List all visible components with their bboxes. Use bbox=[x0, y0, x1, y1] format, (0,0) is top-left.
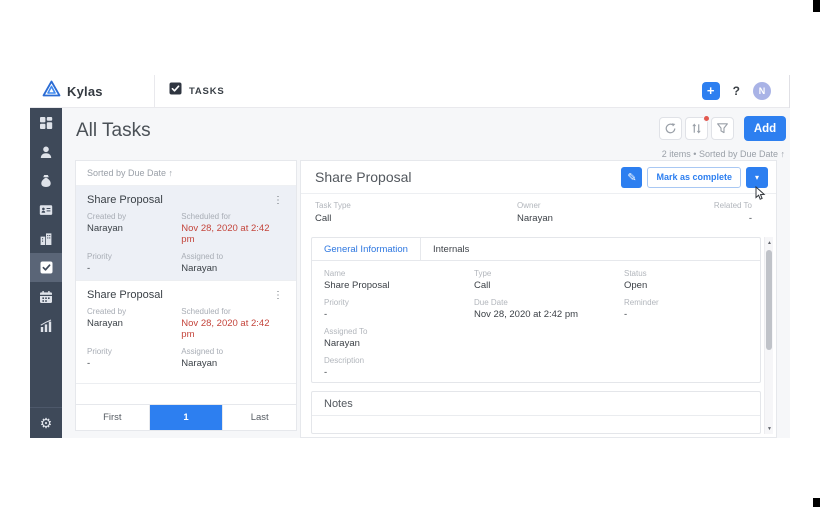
sidebar-item-deals[interactable] bbox=[30, 166, 62, 195]
app-window: Kylas TASKS + ? N ⚙ All Tasks Add 2 item… bbox=[30, 74, 790, 438]
bar-chart-icon bbox=[40, 319, 52, 332]
card-field-priority: Priority - bbox=[87, 252, 112, 274]
pagination-last[interactable]: Last bbox=[223, 405, 297, 430]
task-card-title: Share Proposal bbox=[87, 289, 163, 301]
field-name: Name Share Proposal bbox=[324, 269, 390, 291]
add-task-button[interactable]: Add bbox=[744, 116, 786, 141]
kylas-logo-icon bbox=[42, 80, 61, 102]
money-bag-icon bbox=[41, 174, 51, 187]
sidebar-item-tasks[interactable] bbox=[30, 253, 62, 282]
dashboard-icon bbox=[40, 116, 53, 129]
sort-button[interactable] bbox=[685, 115, 710, 140]
quick-add-button[interactable]: + bbox=[701, 82, 720, 100]
notes-section: Notes bbox=[311, 391, 761, 434]
detail-header: Share Proposal ✎ Mark as complete ▾ bbox=[301, 161, 776, 194]
screen-artifact-top bbox=[813, 0, 820, 12]
field-type: Type Call bbox=[474, 269, 492, 291]
overdue-date: Nov 28, 2020 at 2:42 pm bbox=[181, 223, 270, 245]
nav-tab-tasks[interactable]: TASKS bbox=[155, 75, 239, 107]
refresh-icon bbox=[665, 123, 676, 134]
header-right-group: + ? N bbox=[701, 82, 789, 100]
sidebar-item-dashboard[interactable] bbox=[30, 108, 62, 137]
edit-button[interactable]: ✎ bbox=[621, 166, 643, 188]
card-field-created-by: Created by Narayan bbox=[87, 212, 127, 234]
field-priority: Priority - bbox=[324, 298, 349, 320]
task-detail-panel: Share Proposal ✎ Mark as complete ▾ Task… bbox=[300, 160, 777, 438]
more-actions-dropdown[interactable]: ▾ bbox=[746, 166, 768, 188]
list-summary: 2 items • Sorted by Due Date ↑ bbox=[661, 149, 785, 159]
task-card[interactable]: Share Proposal ⋮ Created by Narayan Sche… bbox=[76, 281, 296, 384]
sidebar-item-companies[interactable] bbox=[30, 224, 62, 253]
detail-title: Share Proposal bbox=[315, 169, 412, 185]
summary-owner: Owner Narayan bbox=[517, 201, 553, 224]
detail-fields: Name Share Proposal Type Call Status Ope… bbox=[312, 261, 760, 386]
user-avatar[interactable]: N bbox=[753, 82, 771, 100]
user-icon bbox=[40, 146, 52, 158]
kebab-menu-icon[interactable]: ⋮ bbox=[271, 195, 285, 206]
refresh-button[interactable] bbox=[659, 117, 682, 140]
sidebar-item-leads[interactable] bbox=[30, 137, 62, 166]
sidebar-item-contacts[interactable] bbox=[30, 195, 62, 224]
card-field-scheduled: Scheduled for Nov 28, 2020 at 2:42 pm bbox=[181, 307, 285, 340]
main-content: All Tasks Add 2 items • Sorted by Due Da… bbox=[62, 108, 790, 438]
field-status: Status Open bbox=[624, 269, 648, 291]
card-field-scheduled: Scheduled for Nov 28, 2020 at 2:42 pm bbox=[181, 212, 285, 245]
field-description: Description - bbox=[324, 356, 365, 378]
settings-gear-icon[interactable]: ⚙ bbox=[30, 408, 62, 438]
tasks-check-icon bbox=[40, 261, 52, 274]
scroll-up-icon[interactable]: ▲ bbox=[765, 238, 774, 247]
detail-tab-box: General Information Internals Name Share… bbox=[311, 237, 761, 383]
pagination: First 1 Last bbox=[76, 404, 297, 430]
brand[interactable]: Kylas bbox=[30, 80, 154, 102]
task-card-title: Share Proposal bbox=[87, 194, 163, 206]
scrollbar-thumb[interactable] bbox=[766, 250, 772, 350]
tab-internals[interactable]: Internals bbox=[421, 238, 481, 260]
sort-icon bbox=[692, 123, 701, 134]
page: Kylas TASKS + ? N ⚙ All Tasks Add 2 item… bbox=[0, 0, 820, 510]
task-list-panel: Sorted by Due Date ↑ Share Proposal ⋮ Cr… bbox=[75, 160, 297, 431]
pencil-icon: ✎ bbox=[627, 171, 637, 184]
pagination-first[interactable]: First bbox=[76, 405, 150, 430]
brand-name: Kylas bbox=[67, 83, 103, 99]
scroll-down-icon[interactable]: ▼ bbox=[765, 424, 774, 433]
building-icon bbox=[40, 232, 52, 245]
summary-related-to: Related To - bbox=[713, 201, 752, 224]
chevron-down-icon: ▾ bbox=[754, 172, 759, 182]
detail-actions: ✎ Mark as complete ▾ bbox=[621, 166, 768, 188]
field-due-date: Due Date Nov 28, 2020 at 2:42 pm bbox=[474, 298, 579, 320]
detail-tabs: General Information Internals bbox=[312, 238, 760, 261]
filter-button[interactable] bbox=[711, 117, 734, 140]
pagination-page-1[interactable]: 1 bbox=[149, 405, 224, 430]
app-header: Kylas TASKS + ? N bbox=[30, 74, 789, 108]
help-button[interactable]: ? bbox=[733, 84, 740, 98]
card-field-priority: Priority - bbox=[87, 347, 112, 369]
contact-card-icon bbox=[39, 204, 53, 215]
nav-tab-label: TASKS bbox=[189, 85, 225, 97]
card-field-assigned: Assigned to Narayan bbox=[181, 347, 224, 369]
detail-summary-row: Task Type Call Owner Narayan Related To … bbox=[301, 195, 776, 235]
sidebar: ⚙ bbox=[30, 108, 62, 438]
notes-title: Notes bbox=[312, 392, 760, 416]
list-sort-header[interactable]: Sorted by Due Date ↑ bbox=[76, 161, 296, 186]
card-field-created-by: Created by Narayan bbox=[87, 307, 127, 329]
summary-task-type: Task Type Call bbox=[315, 201, 351, 224]
calendar-icon bbox=[40, 290, 52, 303]
checkbox-icon bbox=[169, 82, 182, 100]
field-assigned-to: Assigned To Narayan bbox=[324, 327, 368, 349]
notification-dot bbox=[703, 115, 710, 122]
overdue-date: Nov 28, 2020 at 2:42 pm bbox=[181, 318, 270, 340]
sidebar-item-meetings[interactable] bbox=[30, 282, 62, 311]
tab-general-information[interactable]: General Information bbox=[312, 238, 421, 260]
task-card[interactable]: Share Proposal ⋮ Created by Narayan Sche… bbox=[76, 186, 296, 281]
detail-scrollbar[interactable]: ▲ ▼ bbox=[764, 237, 773, 434]
kebab-menu-icon[interactable]: ⋮ bbox=[271, 290, 285, 301]
field-reminder: Reminder - bbox=[624, 298, 659, 320]
mark-complete-button[interactable]: Mark as complete bbox=[647, 166, 741, 188]
page-title: All Tasks bbox=[76, 120, 151, 141]
sidebar-item-reports[interactable] bbox=[30, 311, 62, 340]
screen-artifact-bottom bbox=[813, 498, 820, 507]
card-field-assigned: Assigned to Narayan bbox=[181, 252, 224, 274]
funnel-icon bbox=[717, 123, 728, 134]
